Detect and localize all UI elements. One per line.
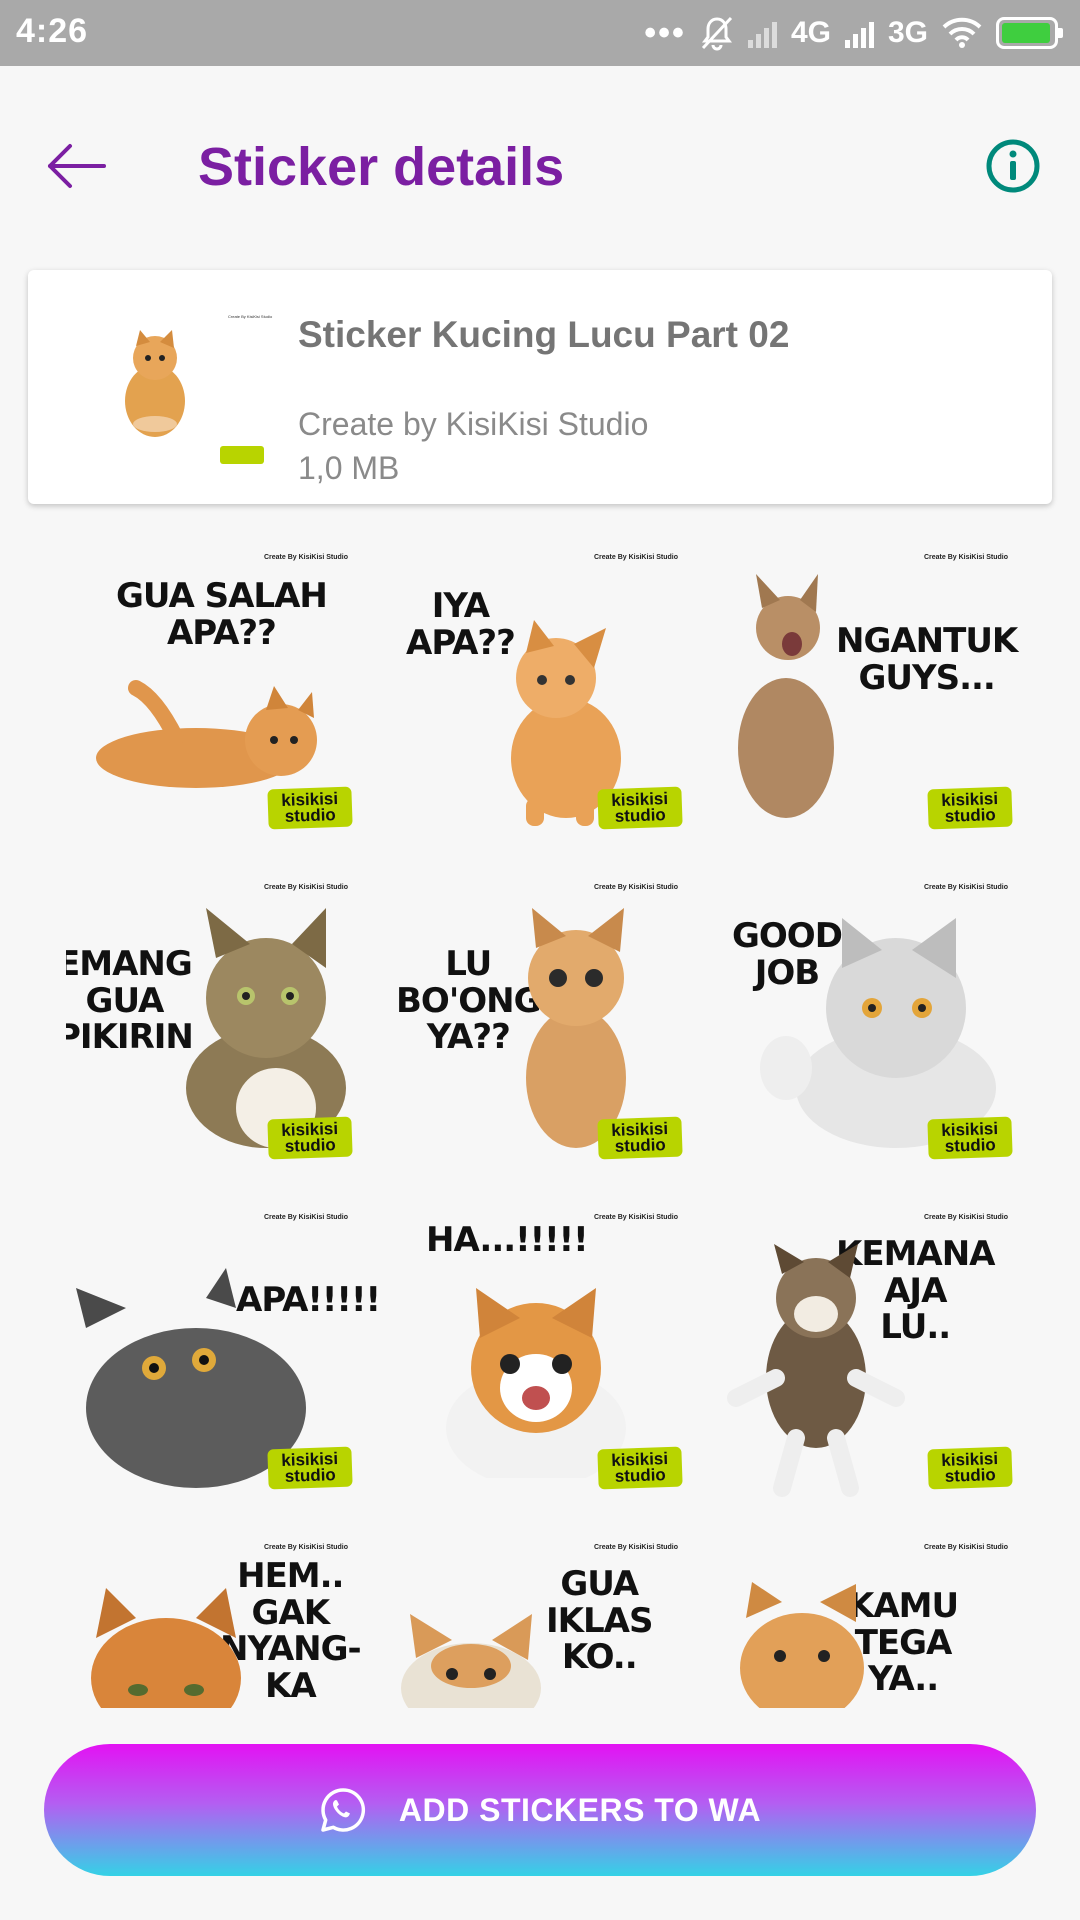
sticker-caption: GUA SALAH APA?? [116, 576, 328, 653]
sticker-item[interactable]: Create By KisiKisi Studio EMANG GUA PIKI… [66, 878, 356, 1178]
sticker-item[interactable]: Create By KisiKisi Studio IYA APA?? kisi… [396, 548, 686, 848]
sticker-pack-card: Create By KisiKisi Studio Sticker Kucing… [28, 270, 1052, 504]
more-notifications-icon: ••• [644, 13, 686, 52]
sticker-grid: Create By KisiKisi Studio GUA SALAH APA?… [66, 548, 1026, 1708]
kisikisi-logo: kisikisi studio [927, 1116, 1013, 1160]
muted-bell-icon [701, 16, 733, 51]
sticker-item[interactable]: Create By KisiKisi Studio GUA IKLAS KO.. [396, 1538, 686, 1708]
pack-tray-icon: Create By KisiKisi Studio [110, 306, 290, 466]
sticker-item[interactable]: Create By KisiKisi Studio GUA SALAH APA?… [66, 548, 356, 848]
whatsapp-icon [321, 1788, 365, 1832]
sticker-caption: GUA IKLAS KO.. [546, 1564, 653, 1678]
wifi-icon [942, 17, 982, 48]
cat-image [446, 1288, 626, 1478]
kisikisi-logo: kisikisi studio [597, 786, 683, 830]
sticker-item[interactable]: Create By KisiKisi Studio APA!!!!! kisik… [66, 1208, 381, 1508]
pack-author: Create by KisiKisi Studio [298, 406, 649, 442]
kisikisi-logo: kisikisi studio [597, 1446, 683, 1490]
app-bar: Sticker details [0, 66, 1080, 266]
network-type-1: 4G [790, 16, 831, 49]
signal-icon [747, 18, 777, 48]
kisikisi-logo: kisikisi studio [597, 1116, 683, 1160]
cat-image [738, 574, 834, 818]
sticker-item[interactable]: Create By KisiKisi Studio KEMANA AJA LU.… [726, 1208, 1016, 1508]
cat-image [186, 908, 346, 1148]
pack-name: Sticker Kucing Lucu Part 02 [298, 314, 790, 355]
kisikisi-logo: kisikisi studio [267, 1116, 353, 1160]
kisikisi-logo: kisikisi studio [267, 1446, 353, 1490]
cat-image [727, 1244, 905, 1497]
info-icon[interactable] [985, 138, 1041, 194]
sticker-caption: HA...!!!!! [426, 1220, 589, 1260]
kisikisi-logo: kisikisi studio [927, 1446, 1013, 1490]
sticker-item[interactable]: Create By KisiKisi Studio HEM.. GAK NYAN… [66, 1538, 362, 1708]
sticker-item[interactable]: Create By KisiKisi Studio GOOD JOB kisik… [726, 878, 1016, 1178]
sticker-caption: NGANTUK GUYS... [836, 621, 1018, 698]
sticker-item[interactable]: Create By KisiKisi Studio LU BO'ONG YA??… [396, 878, 686, 1178]
add-stickers-label: ADD STICKERS TO WA [398, 1791, 762, 1828]
kisikisi-logo: kisikisi studio [267, 786, 353, 830]
cat-image [740, 1582, 864, 1708]
sticker-item[interactable]: Create By KisiKisi Studio NGANTUK GUYS..… [726, 548, 1018, 848]
svg-text:Create By KisiKisi Studio: Create By KisiKisi Studio [228, 314, 273, 319]
battery-icon [996, 17, 1063, 49]
status-bar: 4:26 ••• 4G 3G [0, 0, 1080, 66]
status-time: 4:26 [16, 12, 89, 50]
cat-image [401, 1614, 541, 1708]
kisikisi-logo: kisikisi studio [927, 786, 1013, 830]
pack-size: 1,0 MB [298, 450, 400, 486]
cat-image [96, 680, 317, 788]
page-title: Sticker details [198, 137, 565, 197]
add-stickers-button[interactable]: ADD STICKERS TO WA [44, 1744, 1036, 1876]
signal-icon-2 [844, 18, 874, 48]
sticker-item[interactable]: Create By KisiKisi Studio HA...!!!!! kis… [396, 1208, 686, 1508]
network-type-2: 3G [887, 16, 928, 49]
back-arrow-icon[interactable] [44, 136, 110, 196]
cat-image [91, 1588, 241, 1708]
sticker-item[interactable]: Create By KisiKisi Studio KAMU TEGA YA.. [726, 1538, 1016, 1708]
status-icons: ••• 4G 3G [644, 12, 1063, 54]
